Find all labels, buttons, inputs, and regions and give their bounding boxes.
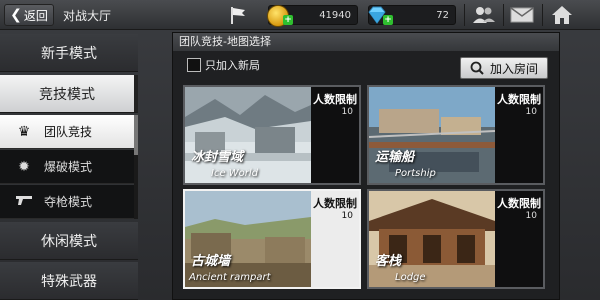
gem-balance: + 72 (368, 5, 456, 25)
gem-value: 72 (436, 10, 449, 21)
submode-label: 团队竞技 (44, 125, 93, 139)
map-name-cn: 运输船 (375, 150, 415, 165)
player-limit-label: 人数限制 (313, 197, 357, 210)
map-name-cn: 客栈 (375, 254, 402, 269)
player-limit-value: 10 (525, 107, 537, 117)
back-button[interactable]: ❮ 返回 (4, 4, 54, 26)
player-limit-label: 人数限制 (497, 197, 541, 210)
submode-label: 夺枪模式 (44, 195, 93, 209)
filter-label: 只加入新局 (205, 59, 260, 72)
explosion-icon: ✹ (18, 158, 30, 175)
mode-special-weapons[interactable]: 特殊武器 (0, 262, 138, 300)
mode-sidebar: 新手模式 竞技模式 ♛ 团队竞技 ✹ 爆破模式 夺枪模式 休闲模式 特殊武器 (0, 30, 138, 300)
add-gems-button[interactable]: + (383, 15, 393, 25)
submode-team-battle[interactable]: ♛ 团队竞技 (0, 115, 134, 149)
join-room-button[interactable]: 加入房间 (460, 57, 548, 79)
player-limit-label: 人数限制 (497, 93, 541, 106)
divider (542, 4, 543, 26)
player-limit-value: 10 (341, 211, 353, 221)
map-card-lodge[interactable]: 客栈 Lodge 人数限制 10 (367, 189, 545, 289)
map-info: 人数限制 10 (495, 191, 543, 287)
crown-icon: ♛ (17, 123, 31, 140)
map-info: 人数限制 10 (311, 191, 359, 287)
map-card-ice-world[interactable]: 冰封雪域 Ice World 人数限制 10 (183, 85, 361, 185)
scrollbar-thumb[interactable] (134, 115, 138, 155)
home-icon (552, 6, 572, 24)
map-name-en: Lodge (395, 272, 426, 283)
map-name-cn: 冰封雪域 (191, 150, 244, 165)
mode-label: 休闲模式 (41, 233, 97, 250)
coin-balance: + 41940 (267, 5, 358, 27)
map-selection-panel: 团队竞技-地图选择 只加入新局 加入房间 冰封雪域 Ice World 人数限制… (172, 32, 560, 300)
chevron-left-icon: ❮ (10, 7, 22, 23)
map-name-en: Portship (395, 168, 436, 179)
mode-label: 竞技模式 (39, 86, 95, 103)
map-thumbnail (369, 191, 495, 287)
divider (464, 4, 465, 26)
submode-demolition[interactable]: ✹ 爆破模式 (0, 150, 134, 184)
flag-icon[interactable] (228, 5, 248, 25)
mail-icon (510, 7, 534, 23)
search-icon (470, 61, 484, 75)
mail-button[interactable] (506, 3, 538, 27)
top-bar: ❮ 返回 对战大厅 + 41940 + 72 (0, 0, 600, 30)
friends-icon (473, 7, 495, 23)
mode-label: 特殊武器 (41, 273, 97, 290)
new-game-only-filter[interactable]: 只加入新局 (187, 57, 260, 73)
submode-label: 爆破模式 (44, 160, 93, 174)
coin-value: 41940 (319, 10, 351, 21)
mode-casual[interactable]: 休闲模式 (0, 222, 138, 260)
map-name-en: Ice World (211, 168, 259, 179)
mode-competitive[interactable]: 竞技模式 (0, 75, 138, 113)
map-card-portship[interactable]: 运输船 Portship 人数限制 10 (367, 85, 545, 185)
mode-label: 新手模式 (41, 45, 97, 62)
new-game-only-checkbox[interactable] (187, 58, 201, 72)
add-coins-button[interactable]: + (283, 15, 293, 25)
player-limit-value: 10 (525, 211, 537, 221)
mode-beginner[interactable]: 新手模式 (0, 34, 138, 72)
panel-title: 团队竞技-地图选择 (173, 33, 559, 51)
join-room-label: 加入房间 (489, 61, 538, 76)
submode-gun-grab[interactable]: 夺枪模式 (0, 185, 134, 219)
friends-button[interactable] (468, 3, 500, 27)
map-info: 人数限制 10 (311, 87, 359, 183)
back-label: 返回 (23, 8, 48, 23)
gun-icon (14, 194, 34, 210)
map-card-ancient-rampart[interactable]: 古城墙 Ancient rampart 人数限制 10 (183, 189, 361, 289)
map-name-en: Ancient rampart (189, 272, 271, 283)
map-info: 人数限制 10 (495, 87, 543, 183)
home-button[interactable] (546, 3, 578, 27)
player-limit-value: 10 (341, 107, 353, 117)
divider (503, 4, 504, 26)
map-name-cn: 古城墙 (191, 254, 231, 269)
page-title: 对战大厅 (63, 9, 112, 23)
player-limit-label: 人数限制 (313, 93, 357, 106)
